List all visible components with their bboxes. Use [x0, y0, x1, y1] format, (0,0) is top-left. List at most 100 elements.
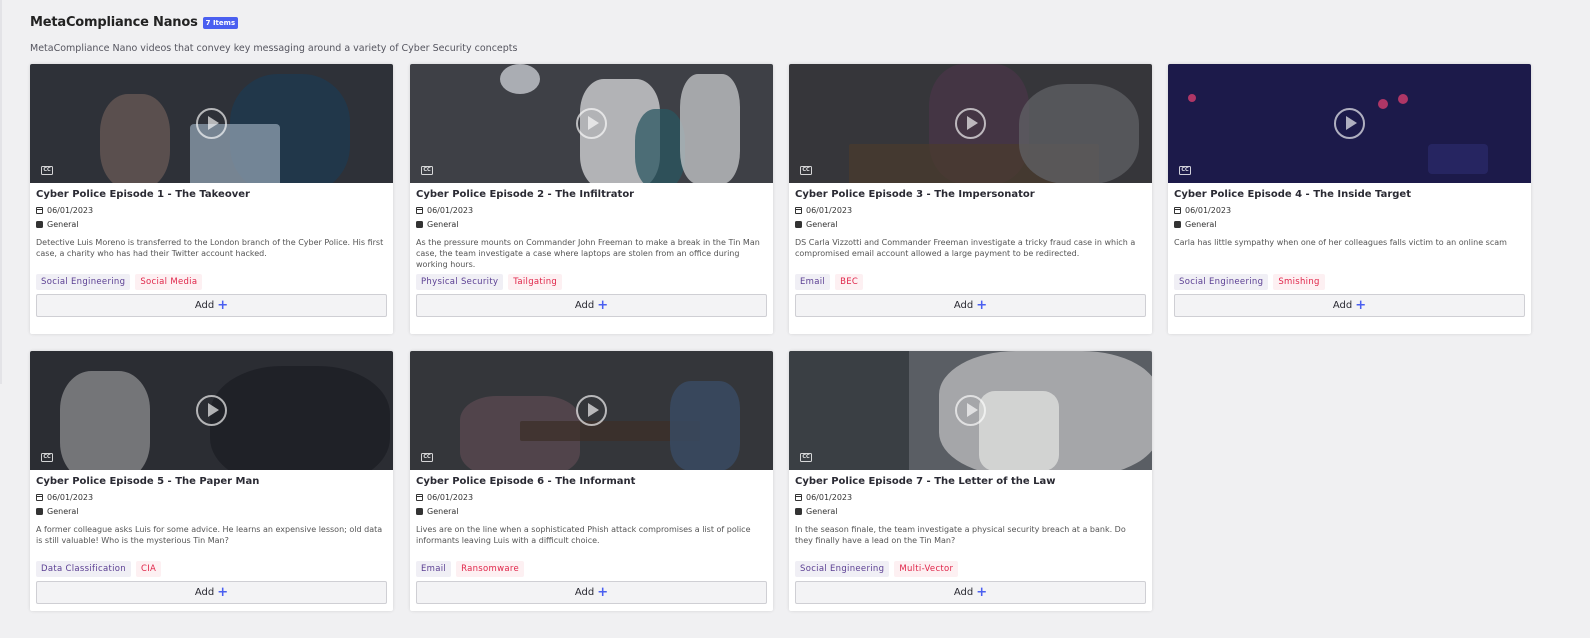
- card-body: Cyber Police Episode 6 - The Informant 0…: [410, 470, 773, 610]
- video-thumbnail[interactable]: CC: [30, 351, 393, 470]
- add-button-label: Add: [953, 300, 974, 311]
- play-icon[interactable]: [196, 395, 227, 426]
- card-title: Cyber Police Episode 5 - The Paper Man: [36, 476, 260, 487]
- play-icon[interactable]: [196, 108, 227, 139]
- play-icon[interactable]: [955, 108, 986, 139]
- add-button[interactable]: Add +: [36, 581, 387, 604]
- date-row: 06/01/2023: [416, 203, 767, 217]
- left-edge-divider: [0, 0, 2, 384]
- add-button[interactable]: Add +: [1174, 294, 1525, 317]
- play-icon[interactable]: [576, 108, 607, 139]
- video-card: CC Cyber Police Episode 2 - The Infiltra…: [410, 64, 773, 334]
- video-card: CC Cyber Police Episode 6 - The Informan…: [410, 351, 773, 611]
- closed-captions-icon: CC: [41, 453, 53, 462]
- add-button[interactable]: Add +: [795, 581, 1146, 604]
- date-row: 06/01/2023: [1174, 203, 1525, 217]
- card-body: Cyber Police Episode 1 - The Takeover 06…: [30, 183, 393, 323]
- add-button-label: Add: [194, 300, 215, 311]
- card-body: Cyber Police Episode 2 - The Infiltrator…: [410, 183, 773, 323]
- video-thumbnail[interactable]: CC: [410, 64, 773, 183]
- thumbnail-figure: [210, 366, 390, 470]
- closed-captions-icon: CC: [800, 453, 812, 462]
- topic-tag[interactable]: Data Classification: [36, 561, 131, 577]
- video-thumbnail[interactable]: CC: [789, 351, 1152, 470]
- plus-icon: +: [217, 297, 229, 313]
- category-row: General: [36, 217, 387, 231]
- threat-tag[interactable]: Smishing: [1273, 274, 1325, 290]
- card-date: 06/01/2023: [427, 205, 474, 215]
- add-button[interactable]: Add +: [416, 581, 767, 604]
- card-description: Lives are on the line when a sophisticat…: [416, 525, 751, 545]
- closed-captions-icon: CC: [1179, 166, 1191, 175]
- plus-icon: +: [597, 297, 609, 313]
- video-thumbnail[interactable]: CC: [410, 351, 773, 470]
- category-row: General: [795, 504, 1146, 518]
- page-subtitle: MetaCompliance Nano videos that convey k…: [30, 43, 518, 54]
- calendar-icon: [795, 206, 802, 214]
- category-row: General: [416, 217, 767, 231]
- card-category: General: [47, 219, 79, 229]
- topic-tag[interactable]: Email: [416, 561, 452, 577]
- video-thumbnail[interactable]: CC: [789, 64, 1152, 183]
- threat-tag[interactable]: Multi-Vector: [894, 561, 959, 577]
- topic-tag[interactable]: Social Engineering: [795, 561, 890, 577]
- thumbnail-figure: [60, 371, 150, 470]
- video-card: CC Cyber Police Episode 5 - The Paper Ma…: [30, 351, 393, 611]
- card-title: Cyber Police Episode 7 - The Letter of t…: [795, 476, 1056, 487]
- thumbnail-figure: [100, 94, 170, 183]
- topic-tag[interactable]: Social Engineering: [1174, 274, 1269, 290]
- threat-tag[interactable]: Tailgating: [508, 274, 563, 290]
- card-title: Cyber Police Episode 1 - The Takeover: [36, 189, 250, 200]
- topic-tag[interactable]: Physical Security: [416, 274, 504, 290]
- thumbnail-figure: [1378, 99, 1388, 109]
- page-header: MetaCompliance Nanos 7 Items MetaComplia…: [30, 15, 517, 54]
- thumbnail-figure: [680, 74, 740, 183]
- video-card: CC Cyber Police Episode 4 - The Inside T…: [1168, 64, 1531, 334]
- play-icon[interactable]: [955, 395, 986, 426]
- threat-tag[interactable]: CIA: [135, 561, 162, 577]
- briefcase-icon: [1174, 220, 1181, 228]
- briefcase-icon: [795, 220, 802, 228]
- video-card: CC Cyber Police Episode 7 - The Letter o…: [789, 351, 1152, 611]
- play-icon[interactable]: [1334, 108, 1365, 139]
- thumbnail-figure: [1019, 84, 1139, 183]
- tag-list: Social Engineering Social Media: [36, 274, 387, 290]
- card-category: General: [806, 219, 838, 229]
- date-row: 06/01/2023: [795, 490, 1146, 504]
- video-thumbnail[interactable]: CC: [1168, 64, 1531, 183]
- card-title: Cyber Police Episode 4 - The Inside Targ…: [1174, 189, 1411, 200]
- card-title: Cyber Police Episode 2 - The Infiltrator: [416, 189, 635, 200]
- card-date: 06/01/2023: [806, 492, 853, 502]
- threat-tag[interactable]: BEC: [835, 274, 864, 290]
- briefcase-icon: [36, 220, 43, 228]
- date-row: 06/01/2023: [36, 490, 387, 504]
- briefcase-icon: [416, 507, 423, 515]
- topic-tag[interactable]: Social Engineering: [36, 274, 131, 290]
- add-button[interactable]: Add +: [36, 294, 387, 317]
- closed-captions-icon: CC: [41, 166, 53, 175]
- card-category: General: [427, 506, 459, 516]
- plus-icon: +: [217, 584, 229, 600]
- topic-tag[interactable]: Email: [795, 274, 831, 290]
- briefcase-icon: [795, 507, 802, 515]
- card-description: As the pressure mounts on Commander John…: [416, 238, 760, 269]
- card-category: General: [47, 506, 79, 516]
- card-body: Cyber Police Episode 4 - The Inside Targ…: [1168, 183, 1531, 323]
- closed-captions-icon: CC: [800, 166, 812, 175]
- card-date: 06/01/2023: [47, 492, 94, 502]
- add-button[interactable]: Add +: [416, 294, 767, 317]
- threat-tag[interactable]: Social Media: [135, 274, 203, 290]
- video-card: CC Cyber Police Episode 1 - The Takeover…: [30, 64, 393, 334]
- calendar-icon: [1174, 206, 1181, 214]
- add-button-label: Add: [1332, 300, 1353, 311]
- card-title: Cyber Police Episode 3 - The Impersonato…: [795, 189, 1035, 200]
- add-button-label: Add: [194, 587, 215, 598]
- tag-list: Social Engineering Multi-Vector: [795, 561, 1146, 577]
- card-date: 06/01/2023: [47, 205, 94, 215]
- thumbnail-figure: [635, 109, 685, 183]
- add-button[interactable]: Add +: [795, 294, 1146, 317]
- video-thumbnail[interactable]: CC: [30, 64, 393, 183]
- category-row: General: [36, 504, 387, 518]
- threat-tag[interactable]: Ransomware: [456, 561, 525, 577]
- play-icon[interactable]: [576, 395, 607, 426]
